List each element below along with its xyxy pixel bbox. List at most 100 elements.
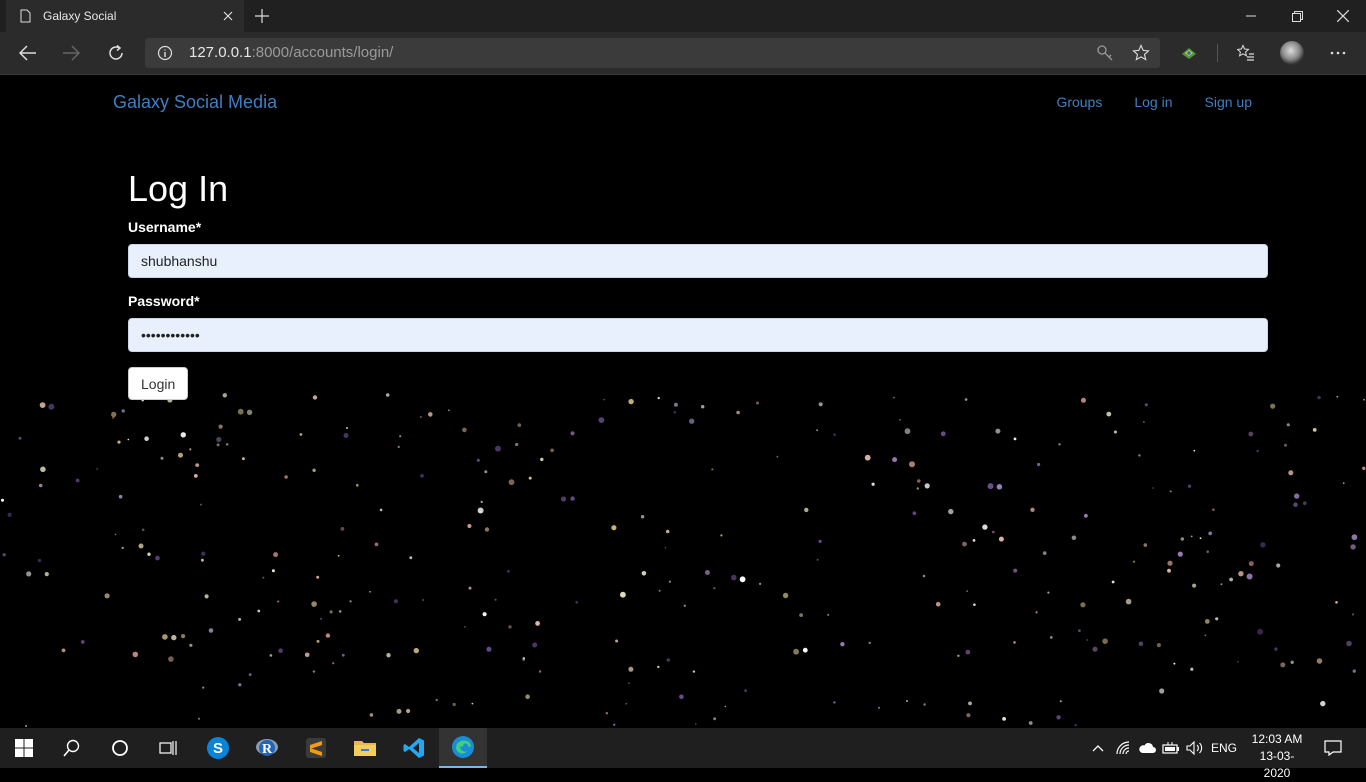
onedrive-icon[interactable] (1137, 728, 1157, 768)
nav-link-login[interactable]: Log in (1134, 94, 1172, 110)
cortana-icon[interactable] (96, 728, 144, 768)
tab-title: Galaxy Social (43, 9, 117, 23)
extension-icon[interactable] (1173, 37, 1205, 69)
address-bar[interactable]: 127.0.0.1:8000/accounts/login/ (145, 38, 1160, 68)
star-dot (448, 409, 450, 412)
browser-tab-strip: Galaxy Social (0, 0, 1366, 32)
notifications-icon[interactable] (1318, 728, 1348, 768)
sublime-text-icon[interactable] (292, 728, 340, 768)
star-dot (1132, 560, 1136, 563)
language-indicator[interactable]: ENG (1208, 728, 1240, 768)
star-dot (1363, 398, 1365, 401)
star-dot (1246, 573, 1253, 580)
star-dot (987, 483, 994, 490)
wifi-icon[interactable] (1114, 728, 1134, 768)
restore-button[interactable] (1274, 0, 1320, 32)
star-dot (369, 591, 371, 593)
task-view-icon[interactable] (144, 728, 192, 768)
start-button[interactable] (0, 728, 48, 768)
star-dot (613, 723, 616, 726)
star-dot (399, 435, 402, 438)
forward-button[interactable] (55, 37, 87, 69)
star-dot (40, 466, 46, 473)
file-explorer-icon[interactable] (341, 728, 389, 768)
star-dot (162, 634, 168, 640)
login-button[interactable]: Login (128, 367, 189, 400)
key-icon[interactable] (1096, 44, 1114, 62)
more-menu-icon[interactable] (1322, 37, 1354, 69)
star-dot (202, 686, 205, 689)
refresh-button[interactable] (100, 37, 132, 69)
star-dot (1320, 700, 1326, 707)
star-dot (804, 507, 809, 513)
favorites-icon[interactable] (1230, 37, 1262, 69)
profile-avatar[interactable] (1276, 37, 1308, 69)
star-dot (299, 433, 303, 436)
star-dot (201, 551, 206, 556)
svg-text:S: S (213, 740, 223, 757)
star-dot (1274, 647, 1278, 651)
close-window-button[interactable] (1320, 0, 1366, 32)
star-dot (462, 427, 467, 433)
star-dot (924, 483, 930, 489)
star-dot (1080, 602, 1086, 608)
star-dot (127, 438, 130, 441)
url-text: 127.0.0.1:8000/accounts/login/ (189, 44, 394, 61)
star-dot (1293, 502, 1298, 508)
password-input[interactable] (128, 318, 1268, 352)
star-dot (1199, 537, 1202, 540)
star-dot (731, 574, 737, 581)
skype-icon[interactable]: S (194, 728, 242, 768)
star-dot (189, 448, 192, 451)
close-tab-icon[interactable] (220, 8, 236, 24)
star-dot (271, 569, 275, 573)
username-input[interactable] (128, 244, 1268, 278)
star-dot (1187, 484, 1192, 488)
star-dot (668, 580, 672, 583)
star-dot (1152, 487, 1154, 489)
clock[interactable]: 12:03 AM 13-03-2020 (1250, 731, 1304, 782)
login-form: Log In Username* Password* Login (128, 165, 1268, 400)
back-button[interactable] (12, 37, 44, 69)
star-dot (816, 558, 819, 561)
info-icon[interactable] (157, 45, 173, 61)
browser-tab[interactable]: Galaxy Social (6, 0, 244, 32)
star-dot (515, 442, 519, 447)
star-dot (666, 658, 670, 662)
star-dot (1276, 563, 1281, 568)
brand-link[interactable]: Galaxy Social Media (113, 92, 277, 113)
star-dot (1229, 577, 1233, 582)
nav-link-signup[interactable]: Sign up (1205, 94, 1252, 110)
nav-link-groups[interactable]: Groups (1056, 94, 1102, 110)
favorite-star-icon[interactable] (1132, 44, 1150, 62)
r-app-icon[interactable]: R (243, 728, 291, 768)
star-dot (341, 653, 345, 657)
star-dot (966, 590, 969, 592)
edge-browser-icon[interactable] (439, 728, 487, 768)
star-dot (237, 408, 244, 415)
star-dot (428, 412, 433, 417)
vscode-icon[interactable] (390, 728, 438, 768)
star-dot (508, 479, 515, 486)
star-dot (739, 576, 746, 583)
star-dot (304, 652, 310, 658)
toolbar-separator (1217, 44, 1218, 62)
star-dot (840, 642, 845, 647)
star-dot (1144, 403, 1148, 407)
star-dot (1351, 534, 1358, 541)
star-dot (39, 402, 46, 408)
new-tab-button[interactable] (252, 6, 272, 26)
minimize-button[interactable] (1228, 0, 1274, 32)
search-icon[interactable] (48, 728, 96, 768)
star-dot (1288, 470, 1294, 476)
star-dot (311, 601, 317, 607)
star-dot (940, 431, 946, 437)
star-dot (540, 457, 544, 462)
battery-icon[interactable] (1160, 728, 1182, 768)
volume-icon[interactable] (1184, 728, 1206, 768)
show-hidden-icons[interactable] (1088, 728, 1108, 768)
star-dot (1336, 395, 1339, 398)
star-dot (37, 558, 42, 563)
star-dot (1013, 568, 1018, 573)
star-dot (818, 539, 822, 543)
